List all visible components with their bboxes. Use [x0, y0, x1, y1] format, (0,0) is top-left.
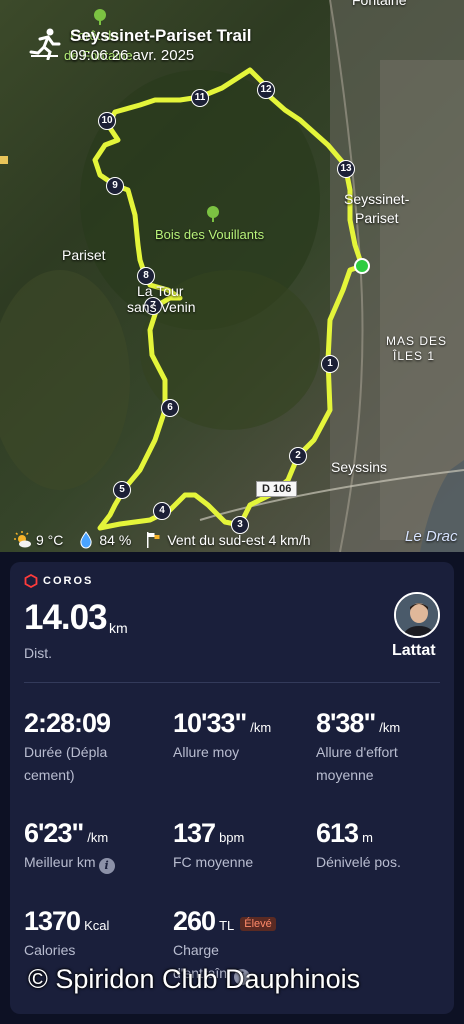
wind-flag-icon	[147, 531, 160, 548]
stat-value: 10'33"	[173, 708, 247, 738]
stat-unit: bpm	[219, 830, 245, 845]
route-map[interactable]: 1 2 3 4 5 6 7 8 9 10 11 12 13 Forêt de de Fontaine F…	[0, 0, 464, 552]
divider	[24, 682, 440, 683]
weather-bar: 9 °C 84 % Vent du sud-est 4 km/h	[0, 527, 464, 552]
load-level-badge: Élevé	[240, 917, 276, 931]
coros-logo-icon	[24, 574, 38, 588]
brand-name: COROS	[43, 575, 94, 587]
place-seyssinet-1: Seyssinet-	[344, 191, 410, 207]
place-mas-2: ÎLES 1	[393, 349, 436, 363]
km-marker: 13	[337, 160, 355, 178]
stat-item: 2:28:09 Durée (Dépla cement)	[24, 708, 164, 787]
distance-value: 14.03	[24, 598, 108, 637]
user-name: Lattat	[392, 642, 436, 659]
activity-summary-card: COROS 14.03 km Dist. Lattat 2:28:09 Durée…	[10, 562, 454, 1014]
stat-label-line: Dénivelé pos.	[316, 854, 401, 870]
stat-label: Dénivelé pos.	[316, 851, 456, 874]
km-marker: 5	[113, 481, 131, 499]
wind: Vent du sud-est 4 km/h	[167, 531, 311, 548]
stat-item: 6'23"/km Meilleur km i	[24, 818, 164, 874]
start-marker	[354, 258, 370, 274]
stat-label-line: Charge	[173, 942, 219, 958]
stat-value: 613	[316, 818, 359, 848]
place-seyssins: Seyssins	[331, 459, 388, 475]
km-marker: 2	[289, 447, 307, 465]
stat-label-line: moyenne	[316, 767, 374, 783]
road-label: D 106	[256, 481, 298, 497]
km-marker: 11	[191, 89, 209, 107]
runner-icon	[29, 28, 61, 60]
route-layer	[92, 67, 370, 531]
km-marker: 10	[98, 112, 116, 130]
stat-label-line: Meilleur km	[24, 854, 96, 870]
activity-date: 09:06 26 avr. 2025	[70, 47, 195, 64]
stat-label: Allure d'effort moyenne	[316, 741, 456, 787]
avatar[interactable]	[394, 592, 440, 638]
place-fontaine-top: Fontaine	[352, 0, 407, 8]
temperature: 9 °C	[36, 531, 64, 548]
tree-icon	[94, 9, 106, 25]
place-seyssinet-2: Pariset	[355, 210, 399, 226]
stat-label-line: Durée (Dépla	[24, 744, 108, 760]
stat-unit: /km	[250, 720, 272, 735]
stat-label-line: FC moyenne	[173, 854, 254, 870]
stat-item: 613 m Dénivelé pos.	[316, 818, 456, 874]
place-pariset: Pariset	[62, 247, 106, 263]
stat-label-line: Allure moy	[173, 744, 240, 760]
stat-label-line: cement)	[24, 767, 75, 783]
brand: COROS	[24, 574, 93, 588]
stat-label: Durée (Dépla cement)	[24, 741, 164, 787]
info-icon[interactable]: i	[98, 858, 115, 874]
watermark: © Spiridon Club Dauphinois	[28, 964, 361, 994]
stat-value: 1370	[24, 906, 81, 936]
distance-label: Dist.	[24, 645, 52, 661]
humidity: 84 %	[99, 531, 132, 548]
place-bois: Bois des Vouillants	[155, 227, 265, 242]
distance-unit: km	[109, 620, 128, 636]
stat-item: 1370 Kcal Calories	[24, 906, 164, 962]
map-header: Seyssinet-Pariset Trail 09:06 26 avr. 20…	[28, 26, 251, 65]
stat-unit: Kcal	[84, 918, 110, 933]
stat-value: 260	[173, 906, 216, 936]
stat-unit: m	[362, 830, 373, 845]
km-marker: 9	[106, 177, 124, 195]
humidity-icon	[80, 530, 93, 548]
stat-value: 2:28:09	[24, 708, 111, 738]
stat-label: Calories	[24, 939, 164, 962]
stat-label: FC moyenne	[173, 851, 313, 874]
user-avatar-icon	[396, 594, 438, 636]
stat-value: 137	[173, 818, 216, 848]
stat-item: 8'38"/km Allure d'effort moyenne	[316, 708, 456, 787]
activity-title: Seyssinet-Pariset Trail	[70, 26, 252, 45]
stat-item: 137 bpm FC moyenne	[173, 818, 313, 874]
stat-unit: /km	[379, 720, 401, 735]
place-la-tour-1: La Tour	[137, 283, 184, 299]
km-marker: 4	[153, 502, 171, 520]
km-marker: 6	[161, 399, 179, 417]
tree-icon	[207, 206, 219, 222]
stat-label: Meilleur km i	[24, 851, 164, 874]
stat-label-line: Allure d'effort	[316, 744, 398, 760]
stat-unit: /km	[87, 830, 109, 845]
stat-item: 10'33"/km Allure moy	[173, 708, 313, 764]
sun-cloud-icon	[14, 530, 31, 547]
km-marker: 1	[321, 355, 339, 373]
stat-value: 8'38"	[316, 708, 376, 738]
stat-label: Allure moy	[173, 741, 313, 764]
km-marker: 12	[257, 81, 275, 99]
stat-unit: TL	[219, 918, 235, 933]
stat-value: 6'23"	[24, 818, 84, 848]
place-la-tour-2: sans Venin	[127, 299, 196, 315]
stat-label-line: Calories	[24, 942, 76, 958]
